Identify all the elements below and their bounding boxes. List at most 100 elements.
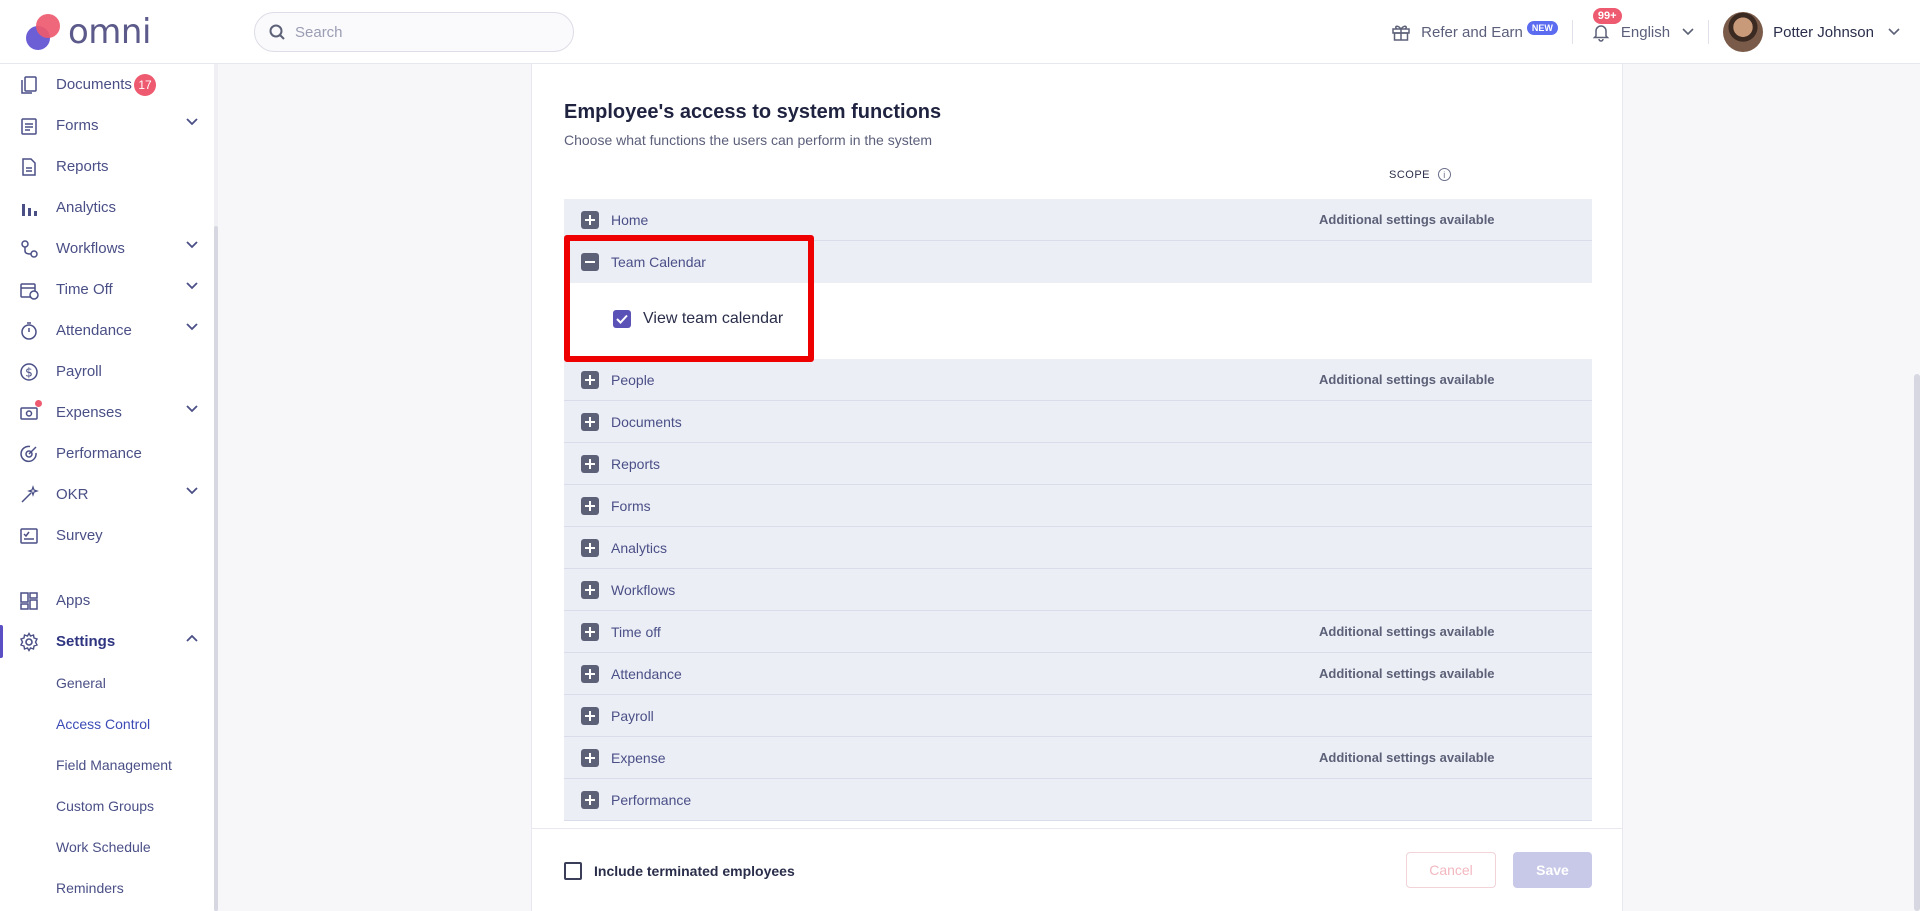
chevron-down-icon: [1682, 28, 1694, 36]
logo-text: omni: [68, 12, 151, 52]
new-badge: NEW: [1526, 21, 1558, 35]
sidebar-item-documents[interactable]: Documents 17: [0, 64, 214, 105]
scope-label: SCOPE: [1389, 168, 1431, 181]
scope-header: SCOPE i: [1389, 168, 1452, 181]
sidebar-item-expenses[interactable]: Expenses: [0, 392, 214, 433]
function-row-reports[interactable]: Reports: [564, 443, 1592, 485]
apps-grid-icon: [18, 590, 40, 612]
search-input[interactable]: [295, 23, 555, 41]
function-row-team-calendar[interactable]: Team Calendar: [564, 241, 1592, 283]
collapse-minus-icon[interactable]: [581, 253, 599, 271]
sidebar-item-label: Apps: [56, 592, 91, 609]
scrollbar-thumb[interactable]: [214, 226, 218, 911]
function-label: Home: [611, 211, 649, 228]
expand-plus-icon[interactable]: [581, 210, 599, 229]
additional-settings-label: Additional settings available: [1319, 212, 1495, 227]
page-scrollbar[interactable]: [1912, 64, 1920, 911]
checkbox-checked[interactable]: [613, 310, 631, 328]
sidebar-scrollbar[interactable]: [214, 64, 218, 911]
expand-plus-icon[interactable]: [581, 538, 599, 557]
checkbox-unchecked[interactable]: [564, 862, 582, 880]
scrollbar-thumb[interactable]: [1914, 374, 1920, 911]
target-icon: [18, 443, 40, 465]
chevron-down-icon: [186, 323, 198, 331]
settings-sub-general[interactable]: General: [56, 662, 106, 703]
function-label: Forms: [611, 497, 651, 514]
function-row-home[interactable]: Home Additional settings available: [564, 199, 1592, 241]
save-button[interactable]: Save: [1513, 852, 1592, 888]
function-list: Home Additional settings available Team …: [564, 199, 1592, 821]
settings-sub-access-control[interactable]: Access Control: [56, 703, 150, 744]
function-row-performance[interactable]: Performance: [564, 779, 1592, 821]
additional-settings-label: Additional settings available: [1319, 624, 1495, 639]
sidebar-item-payroll[interactable]: $ Payroll: [0, 351, 214, 392]
function-row-analytics[interactable]: Analytics: [564, 527, 1592, 569]
function-label: Analytics: [611, 539, 668, 556]
language-selector[interactable]: English: [1621, 24, 1694, 41]
svg-text:$: $: [25, 365, 33, 379]
sidebar-item-apps[interactable]: Apps: [0, 580, 214, 621]
gift-icon: [1392, 25, 1410, 41]
expand-plus-icon[interactable]: [581, 706, 599, 725]
check-icon: [616, 314, 628, 324]
function-row-payroll[interactable]: Payroll: [564, 695, 1592, 737]
forms-icon: [18, 115, 40, 137]
omni-logo[interactable]: omni: [22, 12, 151, 52]
function-row-attendance[interactable]: Attendance Additional settings available: [564, 653, 1592, 695]
cancel-button[interactable]: Cancel: [1406, 852, 1496, 888]
function-row-people[interactable]: People Additional settings available: [564, 359, 1592, 401]
function-label: Performance: [611, 791, 692, 808]
sidebar-item-analytics[interactable]: Analytics: [0, 187, 214, 228]
expand-plus-icon[interactable]: [581, 496, 599, 515]
permission-view-team-calendar[interactable]: View team calendar: [613, 310, 783, 328]
settings-sub-field-management[interactable]: Field Management: [56, 744, 172, 785]
notifications-button[interactable]: 99+: [1587, 8, 1622, 46]
include-terminated-option[interactable]: Include terminated employees: [564, 862, 795, 880]
reports-icon: [18, 156, 40, 178]
expand-plus-icon[interactable]: [581, 790, 599, 809]
page-title: Employee's access to system functions: [564, 101, 942, 123]
access-panel: Employee's access to system functions Ch…: [531, 64, 1623, 911]
documents-count-badge: 17: [134, 74, 156, 96]
sidebar-item-label: Documents: [56, 76, 132, 93]
sidebar-item-workflows[interactable]: Workflows: [0, 228, 214, 269]
sidebar-item-performance[interactable]: Performance: [0, 433, 214, 474]
sidebar-item-survey[interactable]: Survey: [0, 515, 214, 556]
expand-plus-icon[interactable]: [581, 412, 599, 431]
expand-plus-icon[interactable]: [581, 664, 599, 683]
documents-icon: [18, 74, 40, 96]
expand-plus-icon[interactable]: [581, 748, 599, 767]
refer-and-earn-link[interactable]: Refer and Earn NEW: [1391, 21, 1558, 42]
function-label: Reports: [611, 455, 661, 472]
sidebar-item-attendance[interactable]: Attendance: [0, 310, 214, 351]
expand-plus-icon[interactable]: [581, 580, 599, 599]
sidebar: Documents 17 Forms Reports Analytics Wor…: [0, 64, 218, 911]
expand-plus-icon[interactable]: [581, 622, 599, 641]
function-row-forms[interactable]: Forms: [564, 485, 1592, 527]
workflow-icon: [18, 238, 40, 260]
function-row-expense[interactable]: Expense Additional settings available: [564, 737, 1592, 779]
settings-sub-custom-groups[interactable]: Custom Groups: [56, 785, 154, 826]
function-row-documents[interactable]: Documents: [564, 401, 1592, 443]
sidebar-item-forms[interactable]: Forms: [0, 105, 214, 146]
function-row-time-off[interactable]: Time off Additional settings available: [564, 611, 1592, 653]
info-icon[interactable]: i: [1438, 168, 1452, 181]
sidebar-item-settings[interactable]: Settings: [0, 621, 214, 662]
settings-sub-work-schedule[interactable]: Work Schedule: [56, 826, 151, 867]
settings-sub-reminders[interactable]: Reminders: [56, 867, 124, 908]
sidebar-item-okr[interactable]: OKR: [0, 474, 214, 515]
expand-plus-icon[interactable]: [581, 454, 599, 473]
bar-chart-icon: [18, 197, 40, 219]
refer-label: Refer and Earn: [1421, 23, 1523, 41]
user-menu[interactable]: Potter Johnson: [1723, 12, 1900, 52]
function-row-workflows[interactable]: Workflows: [564, 569, 1592, 611]
sidebar-item-label: Payroll: [56, 363, 102, 380]
search-box[interactable]: [254, 12, 574, 52]
include-terminated-label: Include terminated employees: [594, 863, 795, 879]
expand-plus-icon[interactable]: [581, 370, 599, 389]
sidebar-item-time-off[interactable]: Time Off: [0, 269, 214, 310]
team-calendar-permissions: View team calendar: [564, 283, 1592, 359]
function-label: Expense: [611, 749, 666, 766]
sidebar-item-reports[interactable]: Reports: [0, 146, 214, 187]
panel-footer: Include terminated employees Cancel Save: [532, 828, 1622, 911]
